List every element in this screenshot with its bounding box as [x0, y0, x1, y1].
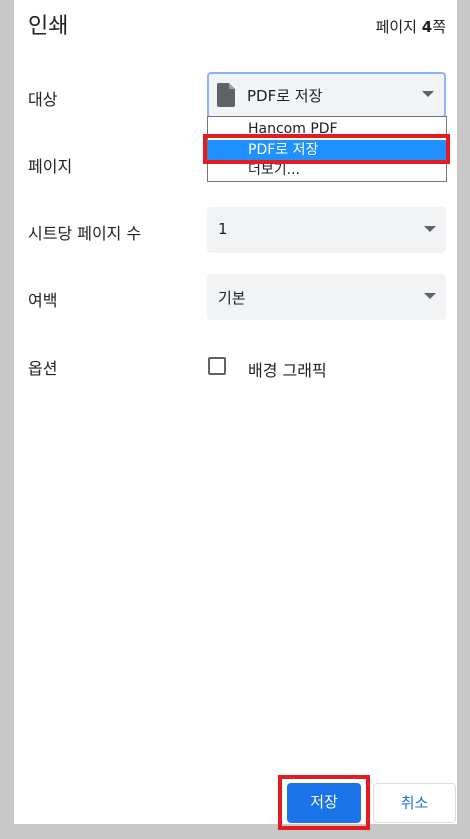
pages-per-sheet-select[interactable]: 1	[207, 207, 446, 253]
dialog-title: 인쇄	[28, 14, 69, 39]
background-graphics-label: 배경 그래픽	[248, 361, 327, 380]
chevron-down-icon	[424, 226, 436, 232]
options-label: 옵션	[28, 359, 58, 378]
destination-select[interactable]: PDF로 저장	[207, 72, 446, 118]
cancel-button[interactable]: 취소	[373, 783, 456, 823]
pages-label: 페이지	[28, 157, 73, 176]
page-count: 페이지 4쪽	[375, 18, 446, 36]
print-dialog: 인쇄 페이지 4쪽 대상 PDF로 저장 Hancom PDF PDF로 저장 …	[14, 0, 457, 830]
document-icon	[217, 83, 235, 107]
destination-value: PDF로 저장	[247, 87, 323, 105]
highlight-box-save	[278, 775, 370, 830]
destination-label: 대상	[28, 90, 58, 109]
margins-value: 기본	[218, 289, 246, 307]
chevron-down-icon	[424, 293, 436, 299]
pages-per-sheet-value: 1	[218, 220, 228, 238]
chevron-down-icon	[422, 91, 434, 97]
highlight-box-option	[203, 134, 450, 164]
margins-label: 여백	[28, 291, 58, 310]
margins-select[interactable]: 기본	[207, 274, 446, 320]
background-graphics-checkbox[interactable]	[208, 357, 226, 375]
pages-per-sheet-label: 시트당 페이지 수	[28, 224, 142, 243]
